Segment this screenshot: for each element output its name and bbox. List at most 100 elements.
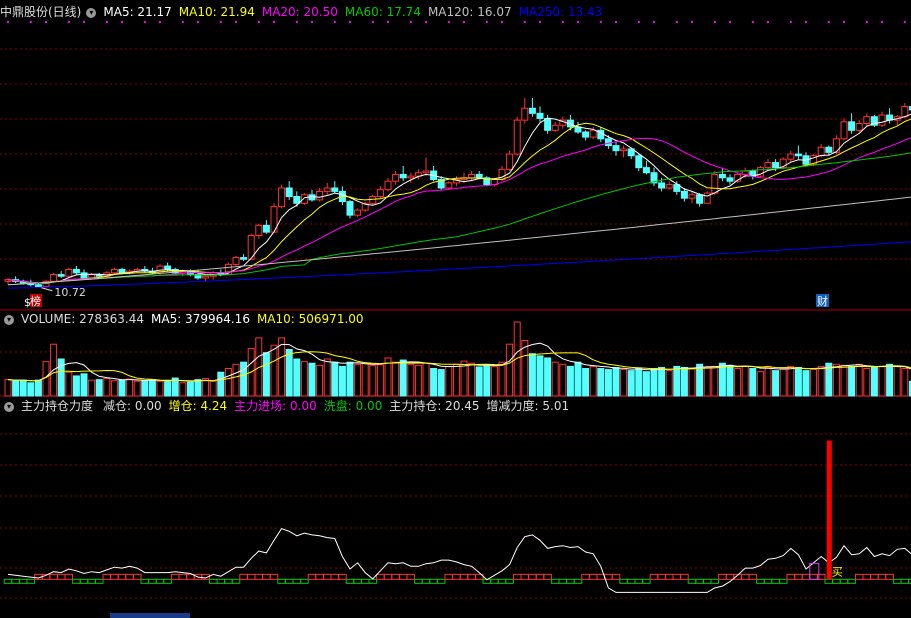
volume-bar xyxy=(392,361,400,397)
volume-bar xyxy=(544,357,552,397)
signal-dot xyxy=(371,21,374,23)
candle-body xyxy=(262,224,270,233)
strength-step xyxy=(429,578,438,584)
candle xyxy=(893,115,901,126)
signal-dot xyxy=(273,21,275,23)
candle-body xyxy=(407,175,415,179)
strength-step xyxy=(505,578,514,584)
volume-bar xyxy=(506,343,514,397)
strength-step xyxy=(315,573,324,580)
signal-dot xyxy=(463,21,465,23)
volume-bar xyxy=(658,366,666,397)
stock-chart[interactable]: 10.72$ 榜财买 xyxy=(0,0,911,618)
buy-signal-bar xyxy=(826,440,832,580)
strength-step xyxy=(64,573,74,580)
volume-bar xyxy=(118,379,126,397)
volume-bar xyxy=(361,362,369,397)
volume-bar xyxy=(194,379,202,397)
strength-step xyxy=(862,573,872,580)
candle-body xyxy=(536,112,544,119)
candle-body xyxy=(65,268,73,277)
volume-bar xyxy=(202,378,210,397)
candle-body xyxy=(901,106,909,118)
strength-step xyxy=(794,573,803,580)
candle-body xyxy=(855,123,863,131)
candle-body xyxy=(331,187,339,192)
candle-body xyxy=(718,173,726,179)
candle xyxy=(308,189,316,202)
strength-step xyxy=(566,578,575,584)
strength-step xyxy=(284,578,294,584)
volume-bar xyxy=(468,362,476,397)
strength-step xyxy=(771,578,780,584)
candle xyxy=(399,165,407,182)
candle xyxy=(521,98,529,124)
candle-body xyxy=(110,268,118,274)
volume-bar xyxy=(612,366,620,397)
strength-step xyxy=(216,578,226,584)
strength-step xyxy=(102,573,112,580)
strength-step xyxy=(588,573,598,580)
volume-bar xyxy=(673,365,681,397)
volume-bar xyxy=(688,368,696,397)
signal-dot xyxy=(295,21,298,23)
signal-dot xyxy=(257,21,260,23)
volume-ma5-label: MA5: 379964.16 xyxy=(151,312,250,326)
candle xyxy=(232,255,240,267)
volume-bar xyxy=(604,369,612,397)
strength-step xyxy=(436,578,446,584)
candle xyxy=(870,115,878,127)
candle-body xyxy=(72,268,80,274)
strength-step xyxy=(809,573,818,580)
dropdown-icon[interactable]: ▾ xyxy=(4,401,14,412)
indicator-title[interactable]: 主力持仓力度 xyxy=(21,399,93,413)
strength-step xyxy=(528,573,537,580)
candle-body xyxy=(513,119,521,155)
volume-bar xyxy=(551,361,559,397)
strength-step xyxy=(801,573,811,580)
volume-bar xyxy=(179,382,187,397)
strength-step xyxy=(148,578,157,584)
strength-step xyxy=(680,573,689,580)
candle xyxy=(323,182,331,195)
volume-bar xyxy=(886,363,894,397)
strength-step xyxy=(748,573,758,580)
signal-dot xyxy=(387,21,389,23)
washout-label: 洗盘: 0.00 xyxy=(323,399,383,413)
stock-title[interactable]: 中鼎股份(日线) xyxy=(0,5,81,19)
strength-step xyxy=(611,573,621,580)
candle xyxy=(316,188,324,202)
candle-body xyxy=(80,272,88,279)
strength-step xyxy=(246,573,256,580)
candle-body xyxy=(445,182,453,189)
volume-bar xyxy=(422,362,430,397)
signal-dot xyxy=(653,21,655,23)
candle-body xyxy=(825,146,833,153)
volume-bar xyxy=(293,358,301,397)
volume-bar xyxy=(832,363,840,397)
candle xyxy=(445,181,453,190)
volume-bar xyxy=(209,380,217,397)
dropdown-icon[interactable]: ▾ xyxy=(86,7,97,18)
volume-bar xyxy=(270,344,278,397)
candle-body xyxy=(384,180,392,191)
strength-step xyxy=(368,578,378,584)
volume-bar xyxy=(4,379,12,397)
strength-step xyxy=(459,573,469,580)
dropdown-icon[interactable]: ▾ xyxy=(4,314,14,325)
strength-step xyxy=(170,573,180,580)
volume-bar xyxy=(323,358,331,397)
volume-bar xyxy=(582,368,590,397)
strength-step xyxy=(254,573,264,580)
volume-bar xyxy=(718,362,726,397)
volume-bar xyxy=(475,366,483,397)
candle-body xyxy=(285,187,293,197)
volume-bar xyxy=(566,365,574,397)
volume-legend: ▾ VOLUME: 278363.44 MA5: 379964.16 MA10: 50… xyxy=(0,311,371,327)
candle xyxy=(262,220,270,234)
volume-bar xyxy=(589,365,597,397)
strength-step xyxy=(657,573,666,580)
volume-bar xyxy=(300,361,308,397)
change-strength-label: 增减力度: 5.01 xyxy=(486,399,570,413)
volume-bar xyxy=(338,365,346,397)
